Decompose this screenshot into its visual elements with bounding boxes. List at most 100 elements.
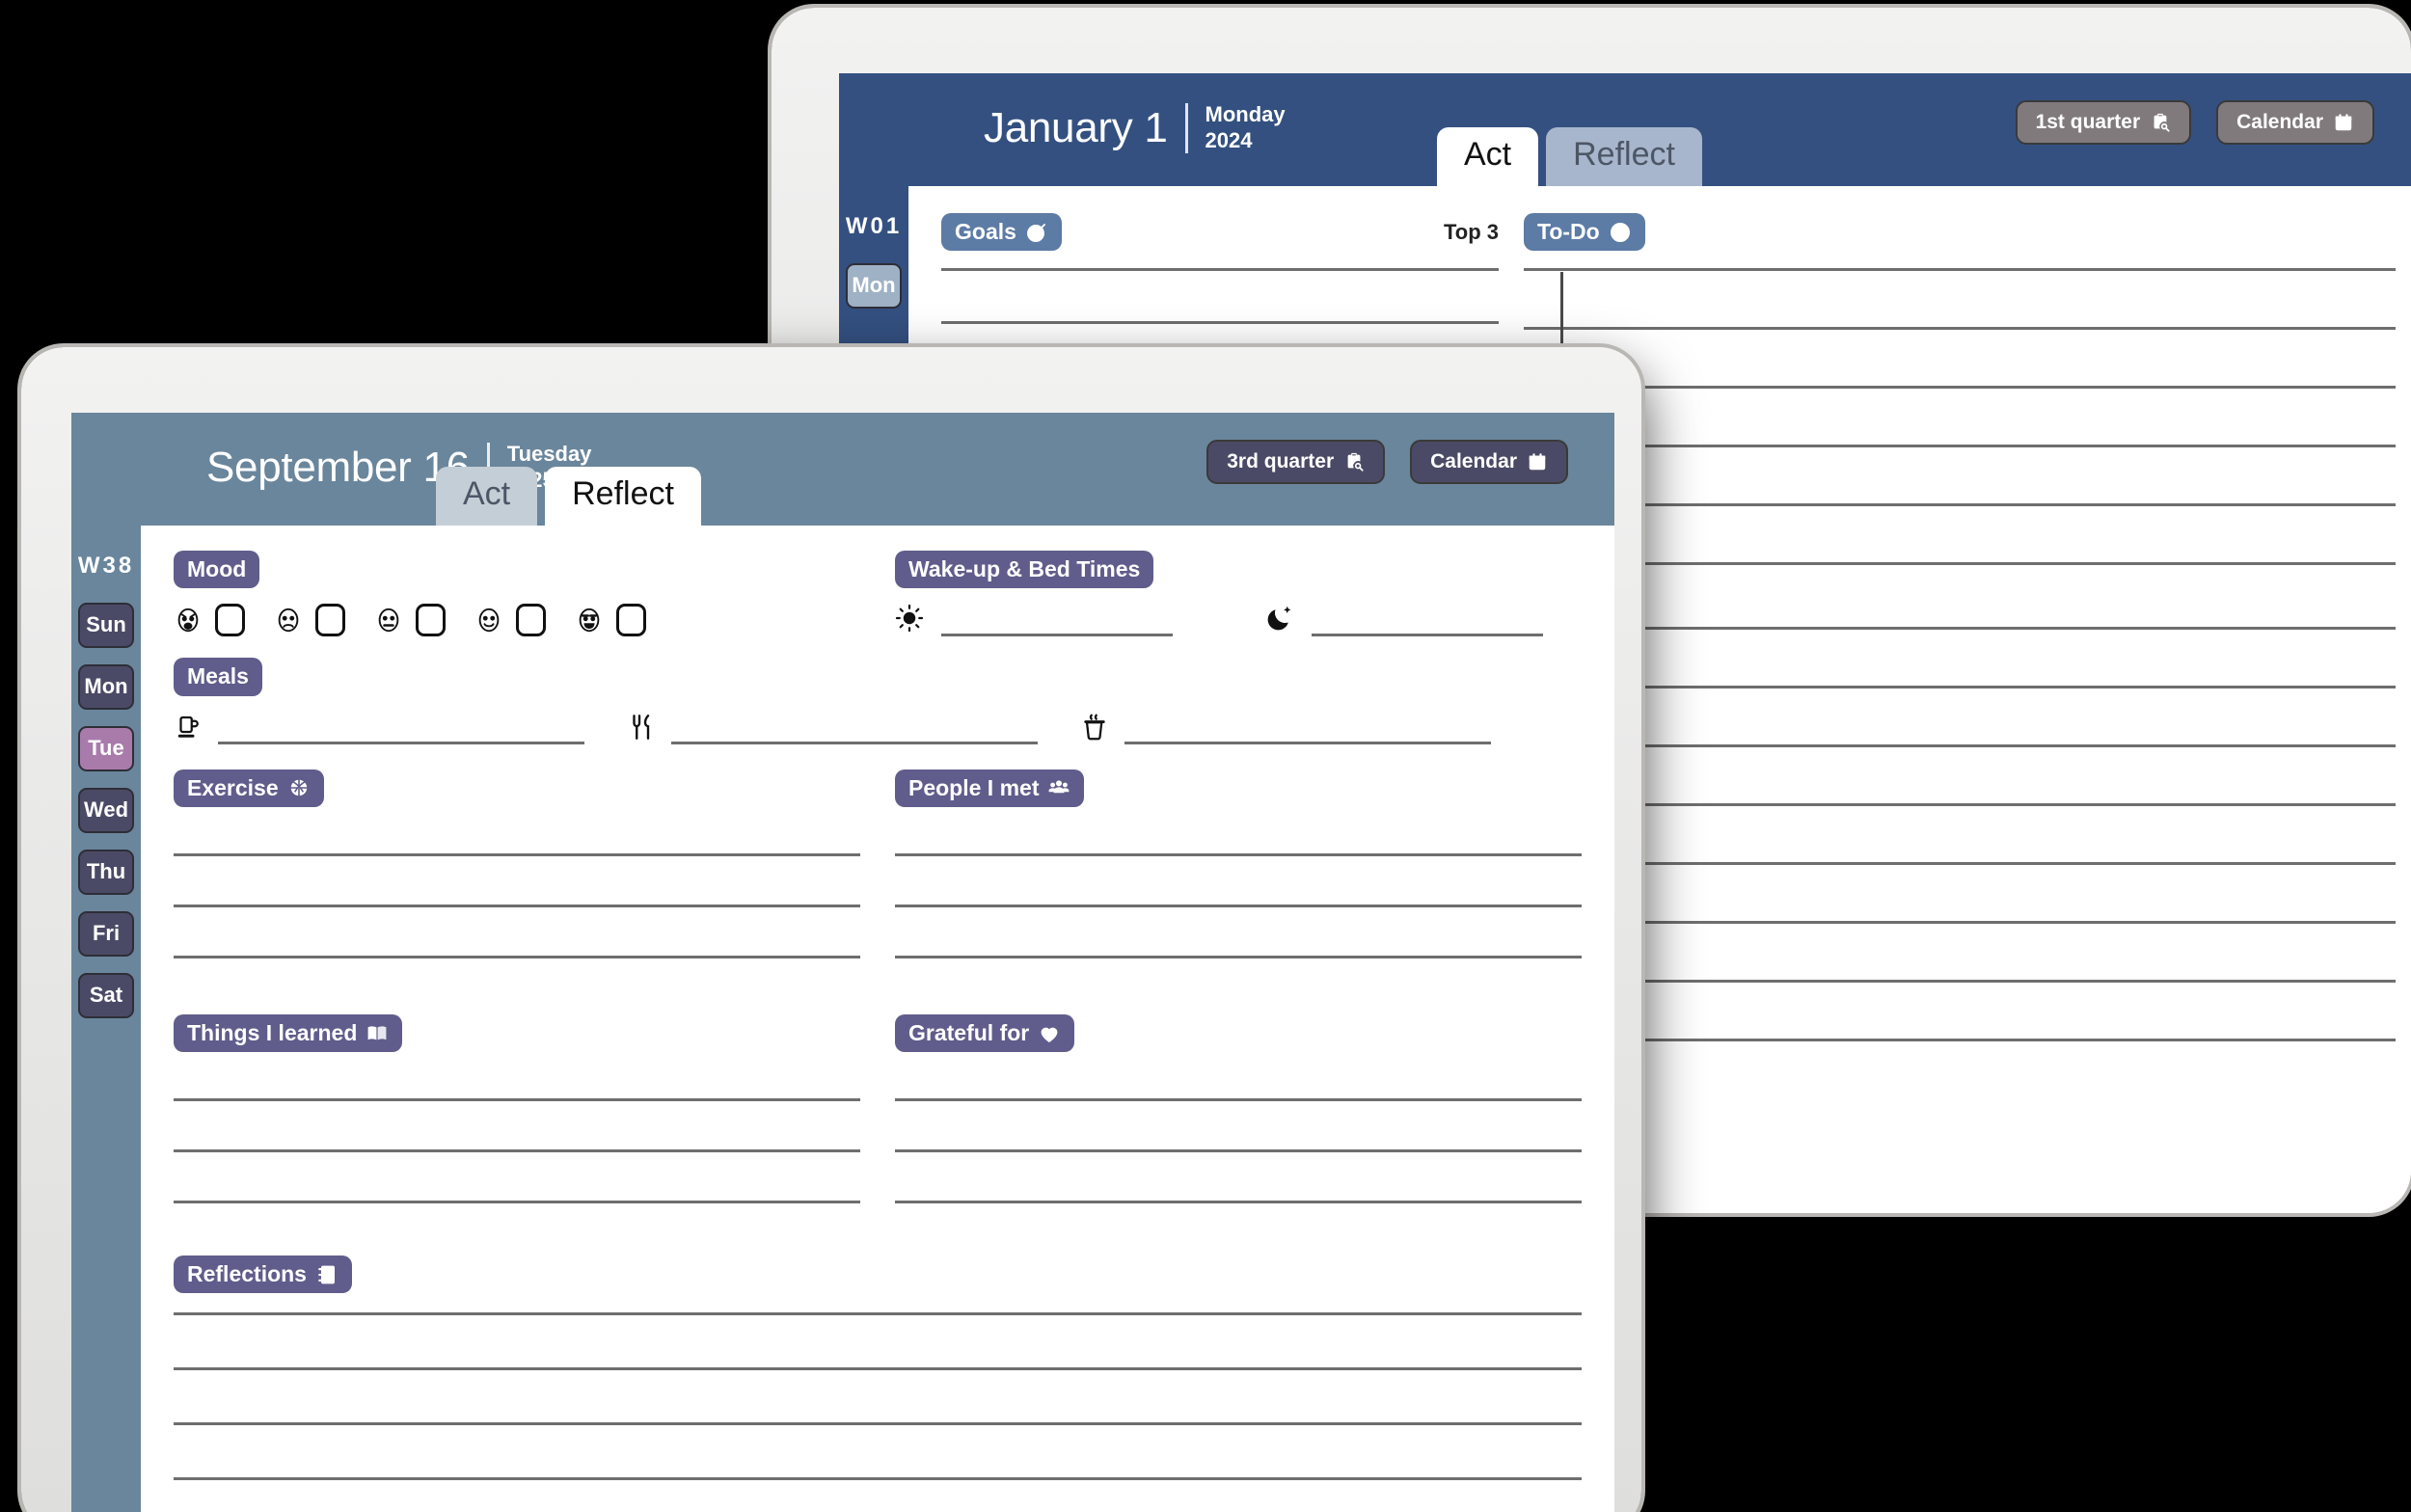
back-calendar-button[interactable]: Calendar — [2216, 100, 2374, 145]
front-quarter-button[interactable]: 3rd quarter — [1206, 440, 1386, 484]
breakfast-input[interactable] — [218, 719, 584, 744]
back-tab-act[interactable]: Act — [1437, 126, 1539, 186]
back-week-label: W01 — [845, 213, 903, 239]
mood-label: Mood — [187, 556, 247, 581]
reflections-badge: Reflections — [174, 1256, 352, 1294]
mood-option-distressed[interactable] — [174, 604, 245, 637]
meals-badge: Meals — [174, 658, 262, 696]
reflections-line[interactable] — [174, 1312, 1582, 1316]
mood-checkbox-distressed[interactable] — [215, 604, 245, 637]
face-very-happy-icon — [575, 606, 604, 634]
todo-line[interactable] — [1524, 503, 2396, 507]
goals-line[interactable] — [941, 268, 1499, 272]
reflections-line[interactable] — [174, 1477, 1582, 1481]
todo-line[interactable] — [1524, 445, 2396, 448]
back-sidebar-day-mon[interactable]: Mon — [846, 263, 902, 309]
todo-label: To-Do — [1537, 219, 1600, 244]
meals-section: Meals — [174, 658, 1582, 744]
front-content-area: Mood Wake-up & Bed Times Meals Exercise … — [141, 526, 1614, 1512]
front-page-title: September 16 — [206, 443, 470, 491]
things-i-learned-badge: Things I learned — [174, 1013, 403, 1053]
people-i-met-line[interactable] — [895, 955, 1582, 958]
clipboard-search-icon — [2150, 112, 2171, 133]
front-tab-reflect[interactable]: Reflect — [545, 466, 701, 526]
back-tab-reflect[interactable]: Reflect — [1546, 126, 1702, 186]
wake-time-field[interactable] — [895, 604, 1173, 637]
front-sidebar-day-wed[interactable]: Wed — [78, 788, 134, 833]
clipboard-search-icon — [1343, 451, 1365, 472]
things-i-learned-section: Things I learned — [174, 1013, 860, 1252]
back-calendar-label: Calendar — [2236, 111, 2323, 133]
exercise-line[interactable] — [174, 904, 860, 907]
people-i-met-line[interactable] — [895, 904, 1582, 907]
check-circle-icon — [1609, 221, 1632, 244]
exercise-label: Exercise — [187, 774, 279, 800]
reflections-line[interactable] — [174, 1367, 1582, 1371]
grateful-for-line[interactable] — [895, 1149, 1582, 1153]
exercise-section: Exercise — [174, 769, 860, 1007]
things-i-learned-line[interactable] — [174, 1149, 860, 1153]
dinner-field[interactable] — [1080, 712, 1533, 744]
wake-time-input[interactable] — [941, 611, 1173, 637]
grateful-for-line[interactable] — [895, 1098, 1582, 1102]
todo-line[interactable] — [1524, 386, 2396, 390]
meals-fields — [174, 712, 1582, 744]
bed-time-input[interactable] — [1312, 611, 1543, 637]
todo-line[interactable] — [1524, 327, 2396, 331]
people-i-met-line[interactable] — [895, 852, 1582, 856]
back-year: 2024 — [1205, 127, 1253, 152]
lunch-input[interactable] — [671, 719, 1038, 744]
things-i-learned-line[interactable] — [174, 1201, 860, 1204]
goals-line[interactable] — [941, 321, 1499, 325]
target-icon — [1025, 221, 1048, 244]
back-goals-header-row: Goals Top 3 — [941, 213, 1499, 252]
things-i-learned-write-lines[interactable] — [174, 1098, 860, 1204]
mood-option-slightly-happy[interactable] — [474, 604, 546, 637]
mood-checkbox-very-happy[interactable] — [616, 604, 646, 637]
mood-checkbox-neutral[interactable] — [416, 604, 446, 637]
mood-option-very-happy[interactable] — [575, 604, 646, 637]
front-tab-bar[interactable]: Act Reflect — [436, 466, 701, 526]
front-sidebar-day-mon[interactable]: Mon — [78, 664, 134, 710]
mood-options — [174, 604, 860, 637]
exercise-line[interactable] — [174, 955, 860, 958]
front-calendar-button[interactable]: Calendar — [1410, 440, 1568, 484]
front-tab-act[interactable]: Act — [436, 466, 538, 526]
back-title-divider — [1184, 102, 1188, 153]
basketball-icon — [287, 776, 311, 799]
back-tab-bar[interactable]: Act Reflect — [1437, 126, 1702, 186]
grateful-for-write-lines[interactable] — [895, 1098, 1582, 1204]
people-i-met-label: People I met — [908, 774, 1040, 800]
screenshot-stage: January 1 Monday 2024 Act Reflect 1st qu… — [0, 0, 2411, 1512]
goals-write-lines[interactable] — [941, 268, 1499, 325]
mood-option-sad[interactable] — [274, 604, 345, 637]
lunch-field[interactable] — [627, 712, 1080, 744]
grateful-for-line[interactable] — [895, 1201, 1582, 1204]
people-i-met-section: People I met — [895, 769, 1582, 1007]
todo-line[interactable] — [1524, 562, 2396, 566]
reflections-write-lines[interactable] — [174, 1312, 1582, 1512]
mood-checkbox-slightly-happy[interactable] — [516, 604, 546, 637]
grateful-for-section: Grateful for — [895, 1013, 1582, 1252]
exercise-write-lines[interactable] — [174, 852, 860, 958]
front-sidebar-day-sat[interactable]: Sat — [78, 973, 134, 1018]
front-sidebar-day-sun[interactable]: Sun — [78, 603, 134, 648]
back-quarter-button[interactable]: 1st quarter — [2015, 100, 2192, 145]
front-sidebar-day-tue[interactable]: Tue — [78, 726, 134, 771]
mood-checkbox-sad[interactable] — [315, 604, 345, 637]
mood-option-neutral[interactable] — [374, 604, 446, 637]
exercise-line[interactable] — [174, 852, 860, 856]
bed-time-field[interactable] — [1265, 604, 1543, 637]
front-tablet-device: September 16 Tuesday 2025 Act Reflect 3r… — [21, 347, 1641, 1512]
dinner-input[interactable] — [1124, 719, 1491, 744]
todo-line[interactable] — [1524, 268, 2396, 272]
front-sidebar-day-fri[interactable]: Fri — [78, 911, 134, 957]
todo-write-lines[interactable] — [1524, 268, 2396, 566]
breakfast-field[interactable] — [174, 712, 627, 744]
front-sidebar-day-thu[interactable]: Thu — [78, 850, 134, 895]
notebook-icon — [315, 1263, 339, 1286]
front-calendar-label: Calendar — [1430, 450, 1517, 472]
reflections-line[interactable] — [174, 1422, 1582, 1426]
people-i-met-write-lines[interactable] — [895, 852, 1582, 958]
things-i-learned-line[interactable] — [174, 1098, 860, 1102]
